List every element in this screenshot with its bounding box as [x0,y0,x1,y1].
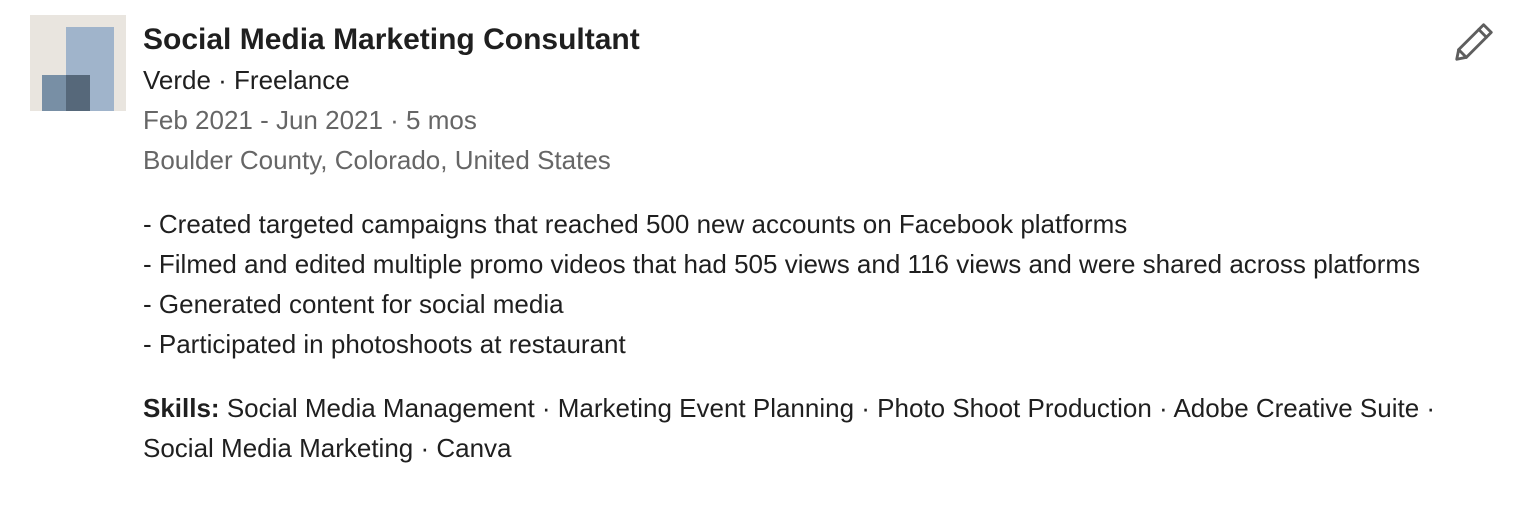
pencil-icon [1455,23,1493,61]
description-line: - Generated content for social media [143,289,564,319]
skills-label: Skills: [143,393,220,423]
location: Boulder County, Colorado, United States [143,145,611,175]
experience-entry: Social Media Marketing Consultant Verde … [143,20,1503,468]
company-logo[interactable] [30,15,126,111]
job-description: - Created targeted campaigns that reache… [143,204,1453,364]
edit-button[interactable] [1448,16,1500,68]
date-range: Feb 2021 - Jun 2021 · 5 mos [143,105,477,135]
job-title: Social Media Marketing Consultant [143,23,640,56]
skills-line: Skills: Social Media Management · Market… [143,388,1483,468]
company-logo-shape-overlap [66,75,90,111]
skills-list: Social Media Management · Marketing Even… [143,393,1436,463]
description-line: - Participated in photoshoots at restaur… [143,329,626,359]
company-line: Verde · Freelance [143,65,350,95]
description-line: - Created targeted campaigns that reache… [143,209,1128,239]
description-line: - Filmed and edited multiple promo video… [143,249,1421,279]
